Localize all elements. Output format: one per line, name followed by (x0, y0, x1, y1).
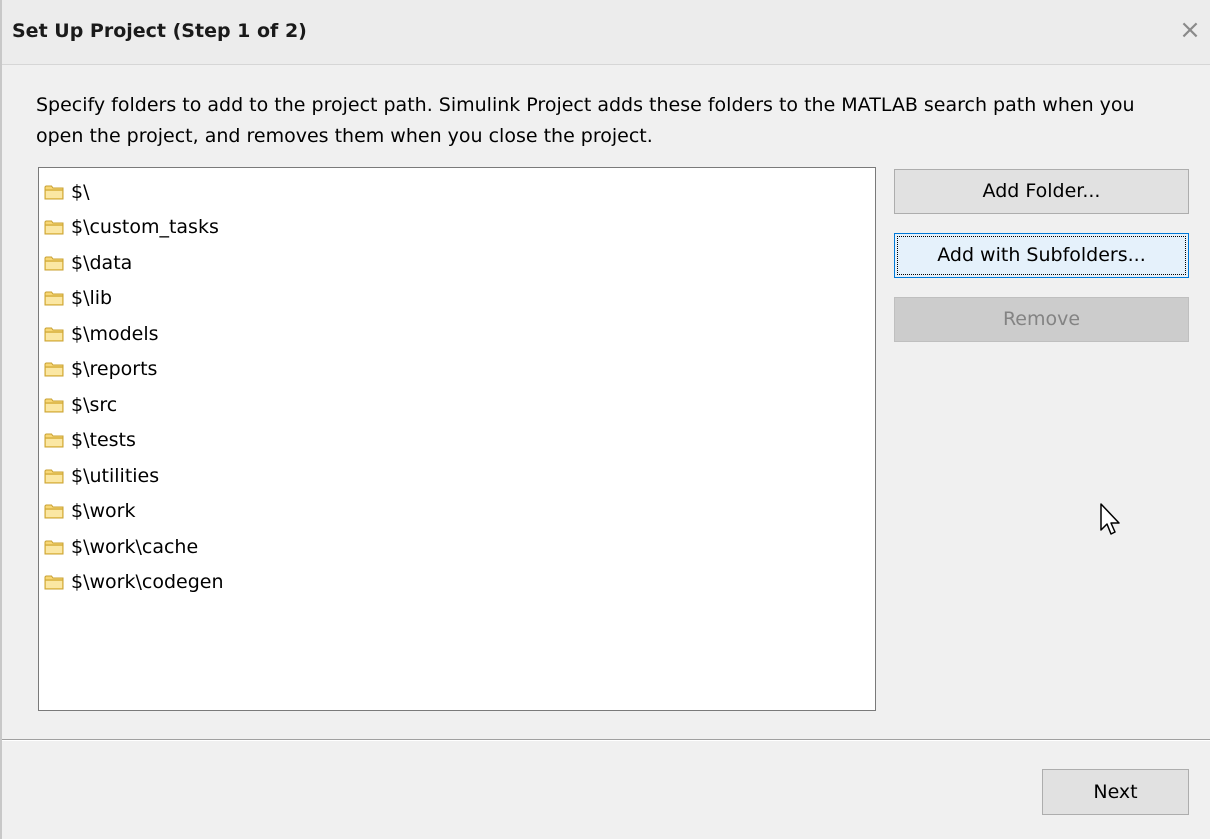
folder-path-label: $\utilities (71, 464, 160, 487)
set-up-project-dialog: Set Up Project (Step 1 of 2) × Specify f… (0, 0, 1210, 839)
add-with-subfolders-button[interactable]: Add with Subfolders... (894, 233, 1189, 278)
folder-icon (44, 185, 64, 200)
folder-list-item[interactable]: $\ (39, 174, 875, 210)
folder-list-item[interactable]: $\utilities (39, 458, 875, 494)
folder-path-label: $\work (71, 500, 136, 523)
folder-path-label: $\custom_tasks (71, 216, 219, 239)
folder-icon (44, 220, 64, 235)
mouse-pointer-icon (1100, 503, 1120, 535)
folder-icon (44, 540, 64, 555)
title-bar: Set Up Project (Step 1 of 2) × (2, 0, 1210, 65)
folder-path-label: $\work\cache (71, 535, 199, 558)
project-path-folder-list[interactable]: $\ $\custom_tasks $\data $\lib $\models $\rep… (38, 167, 876, 711)
add-folder-button[interactable]: Add Folder... (894, 169, 1189, 214)
folder-icon (44, 504, 64, 519)
next-button[interactable]: Next (1042, 769, 1189, 815)
focus-ring (897, 236, 1186, 275)
close-icon[interactable]: × (1176, 16, 1204, 44)
folder-icon (44, 327, 64, 342)
folder-path-label: $\models (71, 322, 159, 345)
folder-path-label: $\reports (71, 358, 158, 381)
folder-list-item[interactable]: $\work\codegen (39, 565, 875, 601)
folder-path-label: $\data (71, 251, 133, 274)
dialog-title: Set Up Project (Step 1 of 2) (12, 20, 307, 42)
folder-path-label: $\lib (71, 287, 113, 310)
folder-icon (44, 291, 64, 306)
folder-icon (44, 575, 64, 590)
folder-list-item[interactable]: $\work (39, 494, 875, 530)
folder-path-label: $\ (71, 180, 90, 203)
folder-icon (44, 256, 64, 271)
folder-list-item[interactable]: $\lib (39, 281, 875, 317)
folder-list-item[interactable]: $\work\cache (39, 529, 875, 565)
folder-path-label: $\work\codegen (71, 571, 224, 594)
folder-list-item[interactable]: $\custom_tasks (39, 210, 875, 246)
instructions-text: Specify folders to add to the project pa… (36, 94, 1135, 147)
folder-icon (44, 469, 64, 484)
folder-list-item[interactable]: $\reports (39, 352, 875, 388)
folder-path-label: $\tests (71, 429, 136, 452)
folder-icon (44, 433, 64, 448)
folder-icon (44, 362, 64, 377)
footer-divider (2, 739, 1210, 741)
folder-list-item[interactable]: $\data (39, 245, 875, 281)
folder-list-item[interactable]: $\models (39, 316, 875, 352)
folder-path-label: $\src (71, 393, 118, 416)
folder-list-item[interactable]: $\tests (39, 423, 875, 459)
folder-icon (44, 398, 64, 413)
folder-list-item[interactable]: $\src (39, 387, 875, 423)
remove-button[interactable]: Remove (894, 297, 1189, 342)
